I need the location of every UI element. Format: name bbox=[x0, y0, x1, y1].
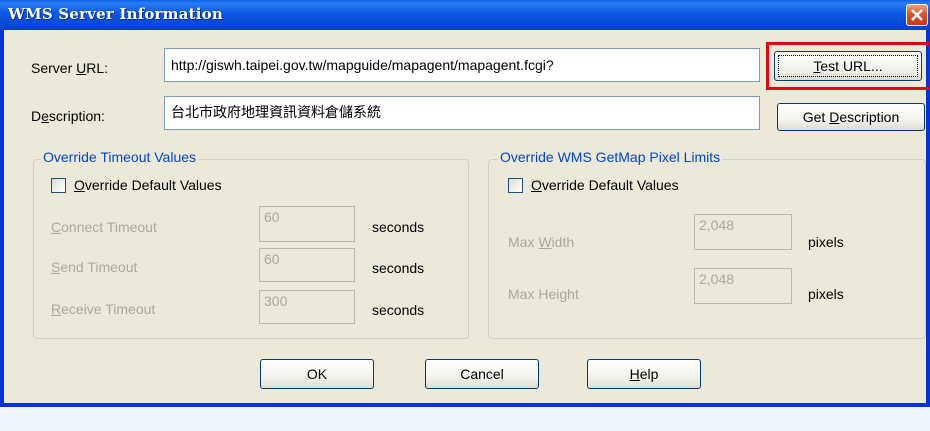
max-height-field: 2,048 bbox=[694, 268, 792, 304]
cancel-button[interactable]: Cancel bbox=[425, 359, 539, 389]
focus-indicator bbox=[778, 55, 918, 77]
pixel-override-checkbox[interactable] bbox=[508, 178, 523, 193]
close-icon bbox=[911, 9, 923, 21]
connect-timeout-unit: seconds bbox=[372, 219, 425, 235]
receive-timeout-label: Receive Timeout bbox=[51, 301, 156, 317]
server-url-input[interactable]: http://giswh.taipei.gov.tw/mapguide/mapa… bbox=[164, 48, 760, 82]
send-timeout-unit: seconds bbox=[372, 260, 425, 276]
help-button[interactable]: Help bbox=[587, 359, 701, 389]
close-button[interactable] bbox=[906, 4, 928, 26]
connect-timeout-label: Connect Timeout bbox=[51, 219, 157, 235]
pixel-override-label: Override Default Values bbox=[531, 177, 679, 193]
receive-timeout-field: 300 bbox=[259, 290, 355, 324]
max-width-field: 2,048 bbox=[694, 214, 792, 250]
title-bar[interactable]: WMS Server Information bbox=[0, 0, 930, 30]
max-width-unit: pixels bbox=[808, 234, 844, 250]
send-timeout-label: Send Timeout bbox=[51, 259, 138, 275]
dialog-title: WMS Server Information bbox=[8, 5, 223, 23]
get-description-button[interactable]: Get Description bbox=[777, 103, 925, 131]
max-width-label: Max Width bbox=[508, 234, 575, 250]
max-height-label: Max Height bbox=[508, 286, 579, 302]
max-height-unit: pixels bbox=[808, 286, 844, 302]
timeout-override-label: Override Default Values bbox=[74, 177, 222, 193]
dialog-client-area: Server URL: http://giswh.taipei.gov.tw/m… bbox=[4, 30, 930, 403]
pixel-limits-group-title: Override WMS GetMap Pixel Limits bbox=[498, 149, 723, 165]
description-input[interactable]: 台北市政府地理資訊資料倉儲系統 bbox=[164, 96, 760, 130]
timeout-group-title: Override Timeout Values bbox=[41, 149, 199, 165]
receive-timeout-unit: seconds bbox=[372, 302, 425, 318]
ok-button[interactable]: OK bbox=[260, 359, 374, 389]
timeout-override-checkbox[interactable] bbox=[51, 178, 66, 193]
connect-timeout-field: 60 bbox=[259, 206, 355, 242]
send-timeout-field: 60 bbox=[259, 248, 355, 282]
description-label: Description: bbox=[31, 108, 105, 124]
test-url-button[interactable]: Test URL... bbox=[774, 51, 922, 81]
server-url-label: Server URL: bbox=[31, 60, 109, 76]
dialog-window: WMS Server Information Server URL: http:… bbox=[0, 0, 930, 407]
